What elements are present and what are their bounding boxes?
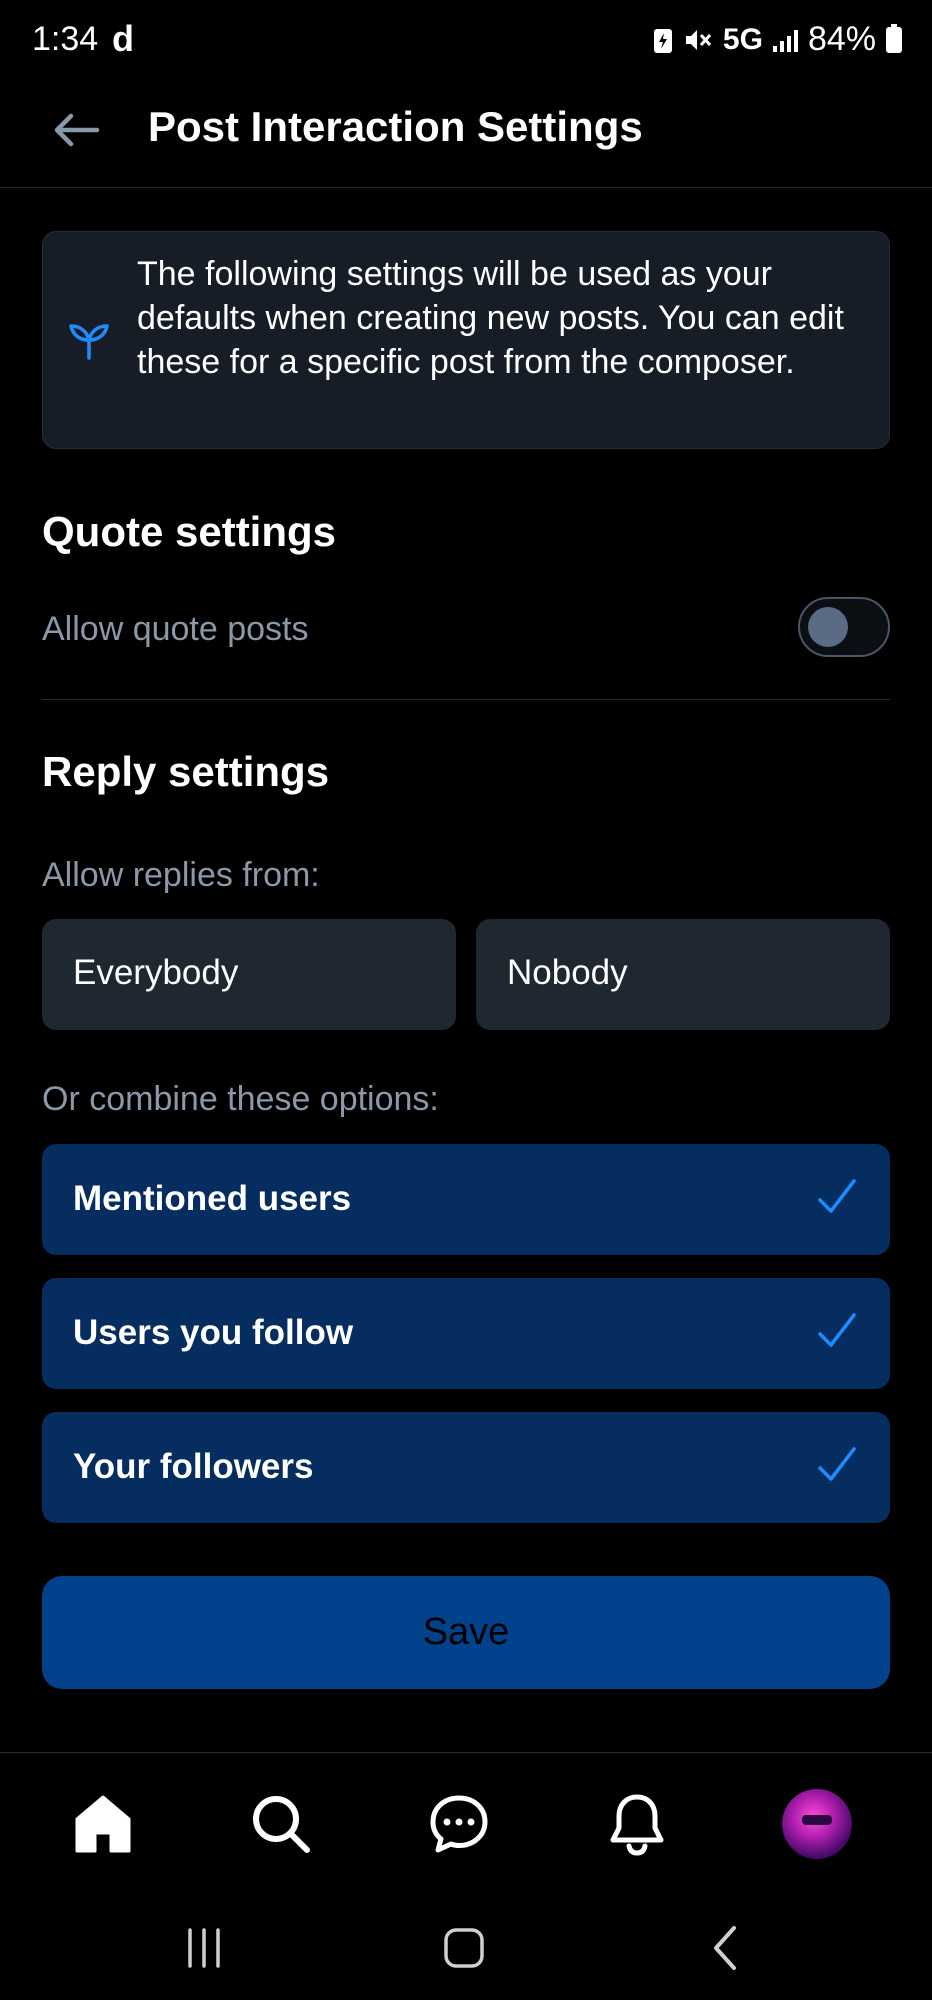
signal-icon [772,28,798,52]
recent-apps-icon [188,1928,220,1968]
defaults-info-text: The following settings will be used as y… [137,255,844,381]
defaults-info-box: The following settings will be used as y… [42,231,890,449]
divider [42,699,890,700]
page-title: Post Interaction Settings [148,103,643,150]
system-back-button[interactable] [696,1920,756,1976]
home-icon [75,1795,131,1853]
battery-percent: 84% [807,20,876,58]
bell-icon [610,1794,664,1856]
status-icons: 5G 84% [653,20,902,59]
everybody-button[interactable]: Everybody [42,919,456,1030]
avatar [782,1789,852,1859]
users-you-follow-option[interactable]: Users you follow [42,1278,890,1389]
home-square-icon [444,1928,484,1968]
quote-settings-heading: Quote settings [42,508,337,555]
allow-replies-from-label: Allow replies from: [42,856,320,894]
recent-apps-button[interactable] [174,1920,234,1976]
system-nav-bar [0,1892,932,2000]
chevron-left-icon [714,1926,736,1970]
chat-icon [430,1795,488,1853]
option-label: Mentioned users [73,1179,352,1218]
bottom-nav [0,1752,932,1892]
option-label: Your followers [73,1447,314,1486]
nav-notifications[interactable] [602,1789,672,1859]
checkmark-icon [818,1447,856,1481]
nobody-label: Nobody [507,953,628,992]
checkmark-icon [818,1179,856,1213]
allow-quote-posts-label: Allow quote posts [42,610,309,648]
status-time: 1:34 [32,20,99,58]
battery-icon [886,23,902,53]
arrow-left-icon [54,113,100,147]
search-icon [253,1796,310,1853]
nobody-button[interactable]: Nobody [476,919,890,1030]
mute-icon [685,29,712,50]
header: Post Interaction Settings [0,80,932,188]
save-button[interactable]: Save [42,1576,890,1689]
checkmark-icon [818,1313,856,1347]
sprout-icon [69,324,109,360]
nav-profile[interactable] [782,1789,852,1859]
system-home-button[interactable] [434,1920,494,1976]
everybody-label: Everybody [73,953,239,992]
nav-chat[interactable] [424,1789,494,1859]
mentioned-users-option[interactable]: Mentioned users [42,1144,890,1255]
back-button[interactable] [44,98,108,162]
reply-settings-heading: Reply settings [42,748,330,795]
status-bar: 1:34 d 5G 84% [0,0,932,80]
nav-home[interactable] [68,1789,138,1859]
combine-options-label: Or combine these options: [42,1080,439,1118]
your-followers-option[interactable]: Your followers [42,1412,890,1523]
allow-quote-posts-toggle[interactable] [798,597,890,657]
network-type: 5G [722,22,763,56]
app-notification-icon: d [112,18,134,59]
toggle-knob [808,607,848,647]
save-label: Save [422,1611,510,1653]
option-label: Users you follow [73,1313,354,1352]
nav-search[interactable] [246,1789,316,1859]
battery-saver-icon [653,28,672,53]
